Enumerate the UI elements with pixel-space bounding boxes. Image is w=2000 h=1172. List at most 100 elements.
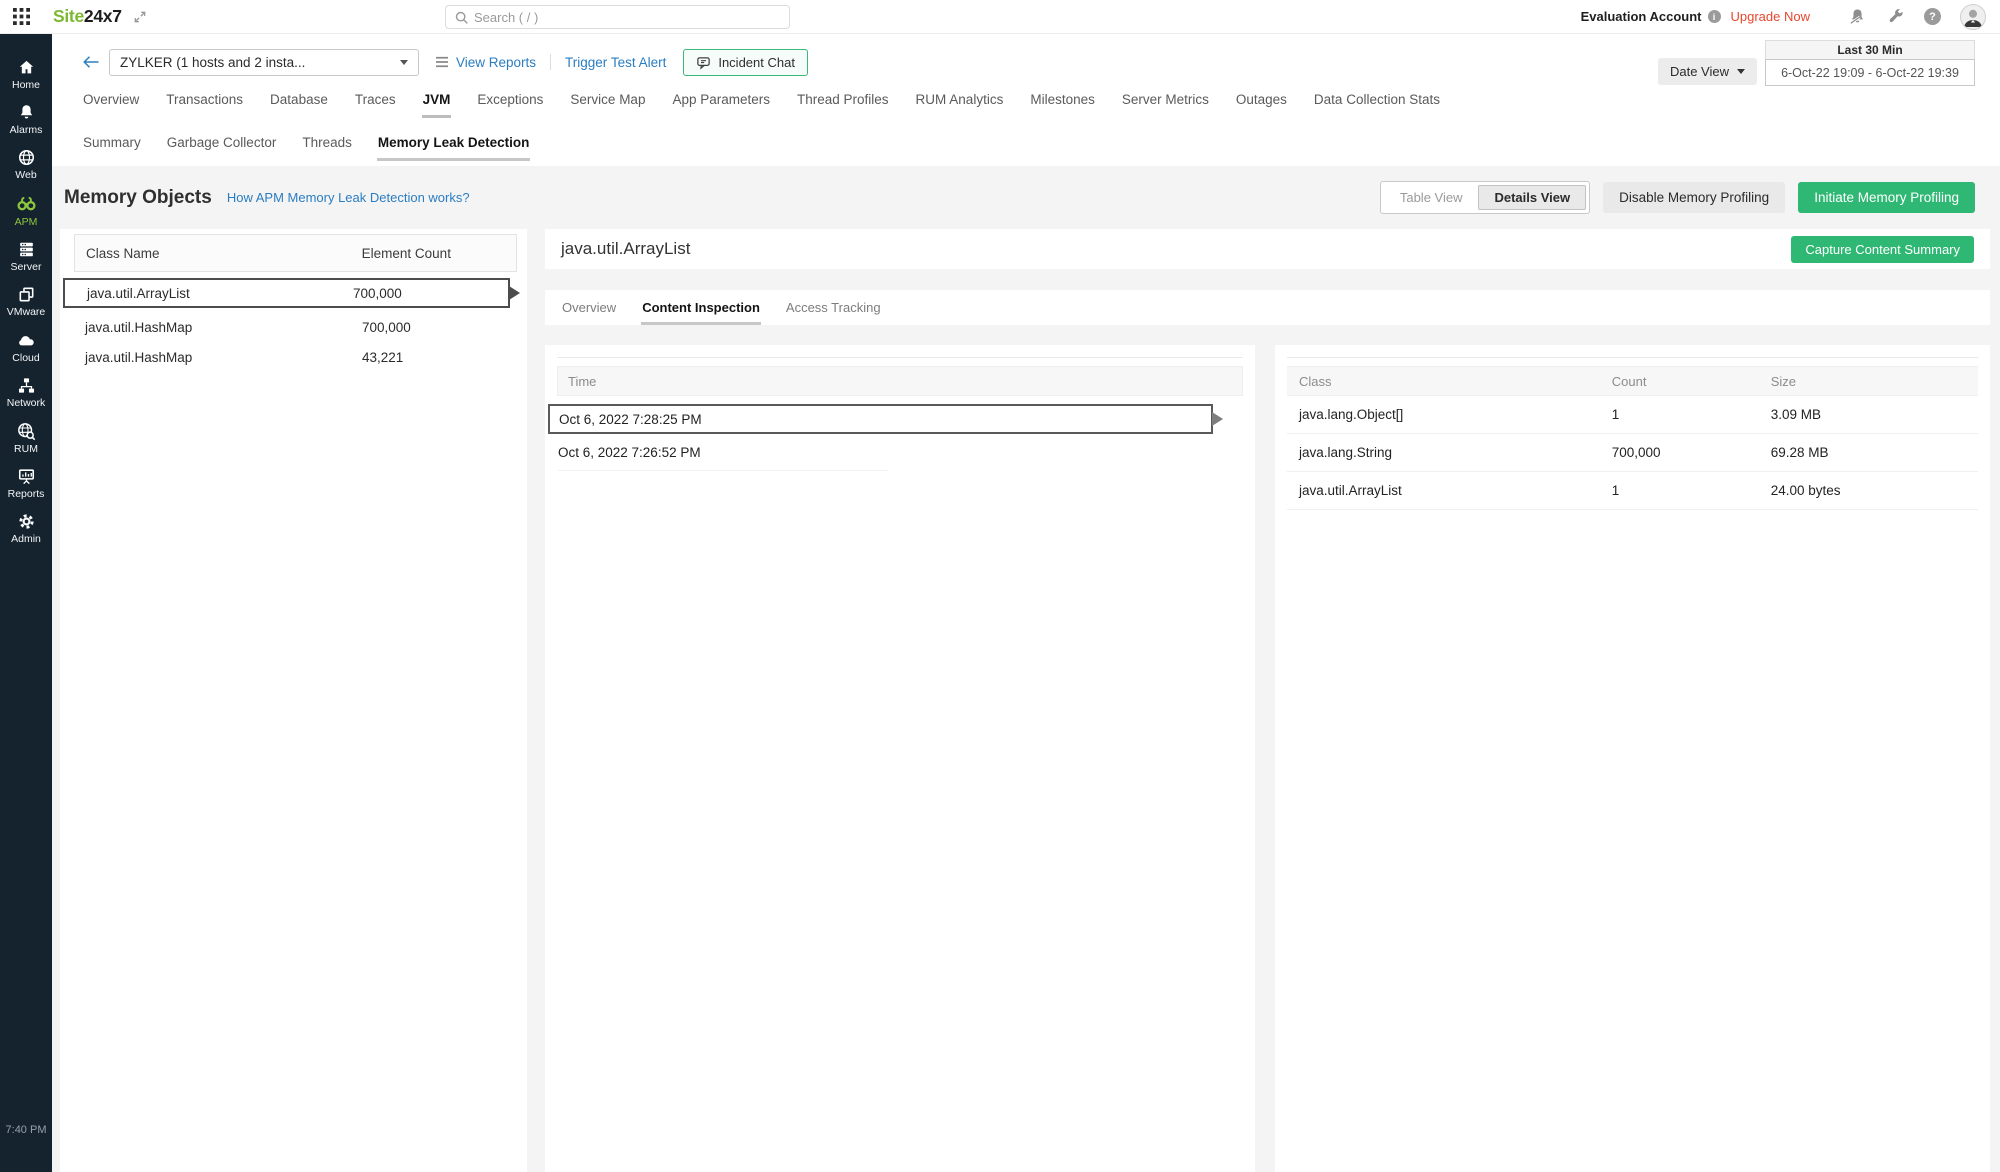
site24x7-logo[interactable]: Site24x7	[53, 6, 122, 27]
trigger-test-alert-label: Trigger Test Alert	[565, 55, 666, 70]
tab-service-map[interactable]: Service Map	[569, 90, 646, 115]
date-view-button[interactable]: Date View	[1658, 58, 1757, 85]
help-icon[interactable]: ?	[1924, 8, 1941, 25]
sidebar-item-vmware[interactable]: VMware	[0, 285, 52, 318]
snapshot-time-card: Time Oct 6, 2022 7:28:25 PM Oct 6, 2022 …	[545, 345, 1255, 1172]
notifications-muted-icon[interactable]	[1848, 7, 1867, 26]
table-row[interactable]: java.lang.String 700,000 69.28 MB	[1287, 434, 1978, 472]
sidebar-item-network[interactable]: Network	[0, 376, 52, 409]
user-avatar[interactable]	[1960, 4, 1986, 30]
content-summary-card: Class Count Size java.lang.Object[] 1 3.…	[1275, 345, 1990, 1172]
cell-size: 3.09 MB	[1771, 407, 1978, 422]
subtab-threads[interactable]: Threads	[301, 135, 353, 158]
tab-thread-profiles[interactable]: Thread Profiles	[796, 90, 890, 115]
sidebar-item-rum[interactable]: RUM	[0, 421, 52, 455]
memory-objects-header: Memory Objects How APM Memory Leak Detec…	[52, 166, 2000, 229]
tab-data-collection-stats[interactable]: Data Collection Stats	[1313, 90, 1441, 115]
selected-row-arrow	[1212, 412, 1223, 426]
sidebar-label: Admin	[0, 533, 52, 545]
sidebar-item-apm[interactable]: APM	[0, 193, 52, 228]
view-reports-link[interactable]: View Reports	[435, 55, 536, 70]
tab-content-inspection[interactable]: Content Inspection	[641, 290, 761, 325]
sidebar-item-admin[interactable]: Admin	[0, 512, 52, 545]
trigger-test-alert-link[interactable]: Trigger Test Alert	[565, 55, 666, 70]
upgrade-now-link[interactable]: Upgrade Now	[1731, 9, 1811, 24]
tab-access-tracking[interactable]: Access Tracking	[785, 290, 882, 325]
expand-icon[interactable]	[133, 10, 147, 24]
snapshot-row[interactable]: Oct 6, 2022 7:26:52 PM	[558, 445, 888, 471]
table-row[interactable]: java.util.ArrayList 700,000	[63, 278, 510, 308]
view-reports-label: View Reports	[456, 55, 536, 70]
disable-memory-profiling-button[interactable]: Disable Memory Profiling	[1603, 182, 1785, 213]
chevron-down-icon	[1737, 69, 1745, 74]
tab-database[interactable]: Database	[269, 90, 329, 115]
time-range-picker[interactable]: 6-Oct-22 19:09 - 6-Oct-22 19:39	[1765, 59, 1975, 86]
tab-jvm[interactable]: JVM	[422, 90, 452, 118]
sidebar-label: APM	[0, 216, 52, 228]
sidebar-label: Network	[0, 397, 52, 409]
tab-server-metrics[interactable]: Server Metrics	[1121, 90, 1210, 115]
vmware-layers-icon	[17, 285, 36, 304]
tab-exceptions[interactable]: Exceptions	[476, 90, 544, 115]
gear-icon	[17, 512, 36, 531]
back-arrow-icon[interactable]	[82, 54, 100, 70]
binoculars-apm-icon	[16, 193, 37, 214]
app-grid-icon[interactable]	[13, 8, 30, 25]
server-icon	[17, 240, 36, 259]
column-header-class-name: Class Name	[75, 246, 362, 261]
monitor-nav-tabs: Overview Transactions Database Traces JV…	[52, 90, 2000, 122]
row-element-count: 700,000	[362, 320, 517, 335]
account-type-label: Evaluation Account	[1581, 9, 1702, 24]
tab-app-parameters[interactable]: App Parameters	[671, 90, 771, 115]
help-link[interactable]: How APM Memory Leak Detection works?	[227, 190, 470, 205]
table-view-toggle[interactable]: Table View	[1384, 185, 1479, 210]
info-icon[interactable]: i	[1708, 10, 1721, 23]
sidebar-item-cloud[interactable]: Cloud	[0, 330, 52, 364]
table-row[interactable]: java.util.HashMap 700,000	[74, 312, 517, 342]
tab-outages[interactable]: Outages	[1235, 90, 1288, 115]
tab-milestones[interactable]: Milestones	[1029, 90, 1096, 115]
tab-rum-analytics[interactable]: RUM Analytics	[915, 90, 1005, 115]
column-header-class: Class	[1287, 374, 1612, 389]
subtab-garbage-collector[interactable]: Garbage Collector	[166, 135, 278, 158]
search-input[interactable]	[474, 10, 789, 25]
sidebar-item-server[interactable]: Server	[0, 240, 52, 273]
top-app-bar: Site24x7 Evaluation Account i Upgrade No…	[0, 0, 2000, 34]
sidebar-item-alarms[interactable]: Alarms	[0, 103, 52, 136]
details-view-toggle[interactable]: Details View	[1478, 185, 1586, 210]
rum-globe-search-icon	[16, 421, 36, 441]
row-class-name: java.util.HashMap	[74, 320, 362, 335]
sidebar-label: Alarms	[0, 124, 52, 136]
chat-bubble-icon	[696, 55, 711, 70]
application-selector[interactable]: ZYLKER (1 hosts and 2 insta...	[109, 49, 419, 76]
table-row[interactable]: java.lang.Object[] 1 3.09 MB	[1287, 396, 1978, 434]
sidebar-item-web[interactable]: Web	[0, 148, 52, 181]
initiate-memory-profiling-button[interactable]: Initiate Memory Profiling	[1798, 182, 1975, 213]
row-element-count: 700,000	[353, 286, 508, 301]
content-table-header: Class Count Size	[1287, 366, 1978, 396]
content-area: Class Name Element Count java.util.Array…	[60, 229, 1990, 1172]
cell-class: java.lang.String	[1287, 445, 1612, 460]
subtab-summary[interactable]: Summary	[82, 135, 142, 158]
tab-traces[interactable]: Traces	[354, 90, 397, 115]
tools-wrench-icon[interactable]	[1886, 7, 1905, 26]
table-row[interactable]: java.util.HashMap 43,221	[74, 342, 517, 372]
sidebar-label: RUM	[0, 443, 52, 455]
capture-content-summary-button[interactable]: Capture Content Summary	[1791, 236, 1974, 263]
snapshot-row[interactable]: Oct 6, 2022 7:28:25 PM	[548, 404, 1213, 434]
home-icon	[17, 58, 36, 77]
column-header-size: Size	[1771, 374, 1978, 389]
tab-detail-overview[interactable]: Overview	[561, 290, 617, 325]
cell-class: java.lang.Object[]	[1287, 407, 1612, 422]
sidebar-item-reports[interactable]: Reports	[0, 467, 52, 500]
cloud-icon	[16, 330, 36, 350]
time-range-preset: Last 30 Min	[1765, 40, 1975, 59]
subtab-memory-leak-detection[interactable]: Memory Leak Detection	[377, 135, 531, 161]
detail-tabs: Overview Content Inspection Access Track…	[545, 290, 1990, 325]
sidebar-item-home[interactable]: Home	[0, 58, 52, 91]
incident-chat-button[interactable]: Incident Chat	[683, 49, 808, 76]
table-row[interactable]: java.util.ArrayList 1 24.00 bytes	[1287, 472, 1978, 510]
tab-transactions[interactable]: Transactions	[165, 90, 244, 115]
sidebar-label: Reports	[0, 488, 52, 500]
tab-overview[interactable]: Overview	[82, 90, 140, 115]
